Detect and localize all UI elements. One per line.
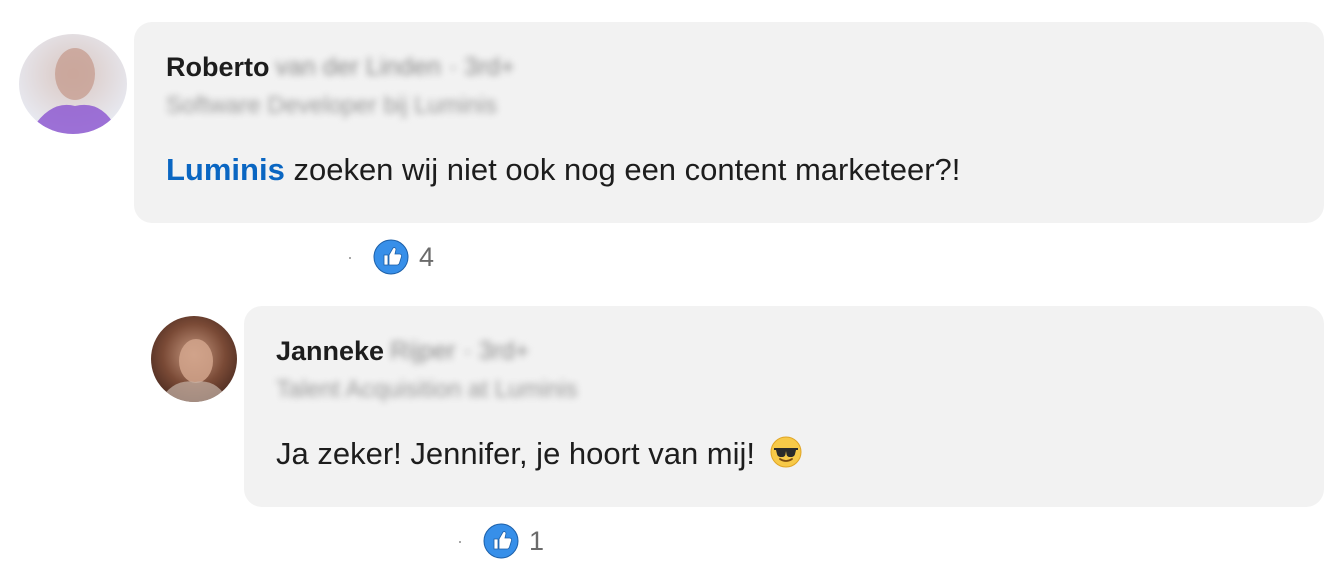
avatar[interactable] <box>151 316 237 402</box>
author-headline: Talent Acquisition at Luminis <box>276 376 578 403</box>
like-reaction-icon[interactable] <box>483 523 519 559</box>
avatar[interactable] <box>19 34 127 134</box>
comment-text: Ja zeker! Jennifer, je hoort van mij! <box>276 436 756 471</box>
comment-text-container: Luminis zoeken wij niet ook nog een cont… <box>166 152 960 188</box>
reaction-count[interactable]: 4 <box>419 242 434 273</box>
comment-bubble: Roberto van der Linden · 3rd+ Software D… <box>134 22 1324 223</box>
author-headline: Software Developer bij Luminis <box>166 92 497 119</box>
author-name[interactable]: Roberto <box>166 52 270 83</box>
author-surname[interactable]: van der Linden <box>276 53 441 82</box>
author-surname[interactable]: Rijper <box>390 337 455 366</box>
connection-degree: · 3rd+ <box>463 337 530 365</box>
author-line: Janneke Rijper · 3rd+ <box>276 336 529 367</box>
comment-text: zoeken wij niet ook nog een content mark… <box>284 152 961 187</box>
separator-dot: · <box>347 246 353 267</box>
comment-bubble: Janneke Rijper · 3rd+ Talent Acquisition… <box>244 306 1324 507</box>
author-name[interactable]: Janneke <box>276 336 384 367</box>
connection-degree: · 3rd+ <box>448 53 515 81</box>
reactions-bar: · 1 <box>457 523 544 559</box>
like-reaction-icon[interactable] <box>373 239 409 275</box>
comment-text-container: Ja zeker! Jennifer, je hoort van mij! <box>276 436 802 472</box>
reaction-count[interactable]: 1 <box>529 526 544 557</box>
company-mention-link[interactable]: Luminis <box>166 152 285 187</box>
reactions-bar: · 4 <box>347 239 434 275</box>
author-line: Roberto van der Linden · 3rd+ <box>166 52 515 83</box>
smiling-face-with-sunglasses-icon <box>770 436 802 468</box>
separator-dot: · <box>457 530 463 551</box>
